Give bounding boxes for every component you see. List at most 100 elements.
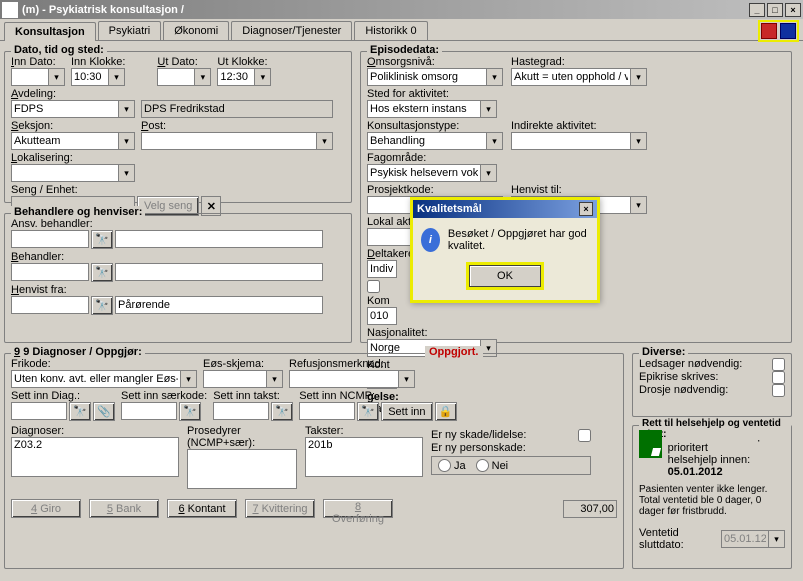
input-eos[interactable]: [203, 370, 267, 388]
list-prosedyrer[interactable]: [187, 449, 297, 489]
input-beh-code[interactable]: [11, 263, 89, 281]
btn-giro[interactable]: 4 Giro: [11, 499, 81, 518]
btn-overforing[interactable]: 8 Overføring: [323, 499, 393, 518]
drop-oms[interactable]: [487, 68, 503, 86]
btn-search-henvist[interactable]: [91, 296, 113, 315]
btn-search-ansv[interactable]: [91, 230, 113, 249]
radio-nei[interactable]: [476, 459, 489, 472]
rett-line2: Pasienten venter ikke lenger. Total vent…: [639, 484, 785, 517]
input-sett-saer[interactable]: [121, 402, 177, 420]
drop-post[interactable]: [317, 132, 333, 150]
legend-dato: Dato, tid og sted:: [11, 44, 107, 56]
maximize-button[interactable]: □: [767, 3, 783, 17]
input-henvist-code[interactable]: [11, 296, 89, 314]
input-indir[interactable]: [511, 132, 631, 150]
drop-ref[interactable]: [399, 370, 415, 388]
close-button[interactable]: ×: [785, 3, 801, 17]
label-ut-klokke: Ut Klokke:: [217, 56, 271, 68]
check-led[interactable]: [772, 358, 785, 371]
drop-seksjon[interactable]: [119, 132, 135, 150]
tab-konsultasjon[interactable]: Konsultasjon: [4, 22, 96, 41]
radio-nei-label[interactable]: Nei: [476, 459, 509, 472]
drop-ut-dato[interactable]: [195, 68, 211, 86]
input-sett-ncmp[interactable]: [299, 402, 355, 420]
check-dro[interactable]: [772, 384, 785, 397]
btn-search-diag[interactable]: [69, 402, 91, 421]
drop-inn-dato[interactable]: [49, 68, 65, 86]
input-sett-diag[interactable]: [11, 402, 67, 420]
input-oms[interactable]: [367, 68, 487, 86]
check-unknown[interactable]: [367, 280, 380, 293]
titlebar: (m) - Psykiatrisk konsultasjon / _ □ ×: [0, 0, 803, 19]
minimize-button[interactable]: _: [749, 3, 765, 17]
drop-eos[interactable]: [267, 370, 283, 388]
tab-diagnoser[interactable]: Diagnoser/Tjenester: [231, 21, 352, 40]
drop-sted[interactable]: [481, 100, 497, 118]
label-epi: Epikrise skrives:: [639, 371, 718, 384]
drop-indir[interactable]: [631, 132, 647, 150]
red-action-icon[interactable]: [761, 23, 777, 39]
btn-lock[interactable]: [435, 402, 457, 421]
radio-ja-label[interactable]: Ja: [438, 459, 466, 472]
input-seksjon[interactable]: [11, 132, 119, 150]
input-avdeling[interactable]: [11, 100, 119, 118]
input-kom[interactable]: [367, 307, 397, 325]
input-ut-klokke[interactable]: [217, 68, 255, 86]
drop-frikode[interactable]: [181, 370, 197, 388]
input-inn-dato[interactable]: [11, 68, 49, 86]
drop-fag[interactable]: [481, 164, 497, 182]
label-nasj: Nasjonalitet:: [367, 327, 499, 339]
input-sted[interactable]: [367, 100, 481, 118]
input-haste[interactable]: [511, 68, 631, 86]
btn-search-beh[interactable]: [91, 263, 113, 282]
tab-okonomi[interactable]: Økonomi: [163, 21, 229, 40]
input-henvist-text[interactable]: [115, 296, 323, 314]
btn-search-ncmp[interactable]: [357, 402, 379, 421]
input-beh-text[interactable]: [115, 263, 323, 281]
btn-search-saer[interactable]: [179, 402, 201, 421]
input-ref[interactable]: [289, 370, 399, 388]
drop-haste[interactable]: [631, 68, 647, 86]
list-takster[interactable]: 201b: [305, 437, 423, 477]
dialog-titlebar: Kvalitetsmål ×: [413, 200, 597, 218]
dialog-ok-button[interactable]: OK: [469, 265, 541, 287]
radio-ja[interactable]: [438, 459, 451, 472]
tab-historikk[interactable]: Historikk 0: [354, 21, 427, 40]
drop-inn-klokke[interactable]: [109, 68, 125, 86]
input-ansv-code[interactable]: [11, 230, 89, 248]
tab-psykiatri[interactable]: Psykiatri: [98, 21, 162, 40]
check-skade[interactable]: [578, 429, 591, 442]
input-konsult[interactable]: [367, 132, 487, 150]
btn-kvittering[interactable]: 7 Kvittering: [245, 499, 315, 518]
label-eos: Eøs-skjema:: [203, 358, 283, 370]
label-oms: Omsorgsnivå:: [367, 56, 505, 68]
btn-kontant[interactable]: 6 Kontant: [167, 499, 237, 518]
input-ut-dato[interactable]: [157, 68, 195, 86]
blue-refresh-icon[interactable]: [780, 23, 796, 39]
list-diagnoser[interactable]: Z03.2: [11, 437, 179, 477]
btn-bank[interactable]: 5 Bank: [89, 499, 159, 518]
input-lokalisering[interactable]: [11, 164, 119, 182]
drop-ut-klokke[interactable]: [255, 68, 271, 86]
input-delt[interactable]: [367, 260, 397, 278]
btn-search-takst[interactable]: [271, 402, 293, 421]
drop-konsult[interactable]: [487, 132, 503, 150]
input-fag[interactable]: [367, 164, 481, 182]
window-title: (m) - Psykiatrisk konsultasjon /: [22, 4, 749, 16]
input-post[interactable]: [141, 132, 317, 150]
drop-slutt[interactable]: [769, 530, 785, 548]
label-indir: Indirekte aktivitet:: [511, 120, 649, 132]
input-sett-takst[interactable]: [213, 402, 269, 420]
drop-avdeling[interactable]: [119, 100, 135, 118]
drop-lokalisering[interactable]: [119, 164, 135, 182]
dialog-close-button[interactable]: ×: [579, 202, 593, 216]
drop-henv[interactable]: [631, 196, 647, 214]
btn-sett-inn[interactable]: Sett inn: [381, 402, 432, 421]
check-epi[interactable]: [772, 371, 785, 384]
input-ansv-text[interactable]: [115, 230, 323, 248]
status-oppgjort: Oppgjort.: [425, 346, 483, 358]
btn-attach-diag[interactable]: [93, 402, 115, 421]
input-frikode[interactable]: [11, 370, 181, 388]
input-inn-klokke[interactable]: [71, 68, 109, 86]
label-sett-ncmp: Sett inn NCMP:: [299, 390, 456, 402]
